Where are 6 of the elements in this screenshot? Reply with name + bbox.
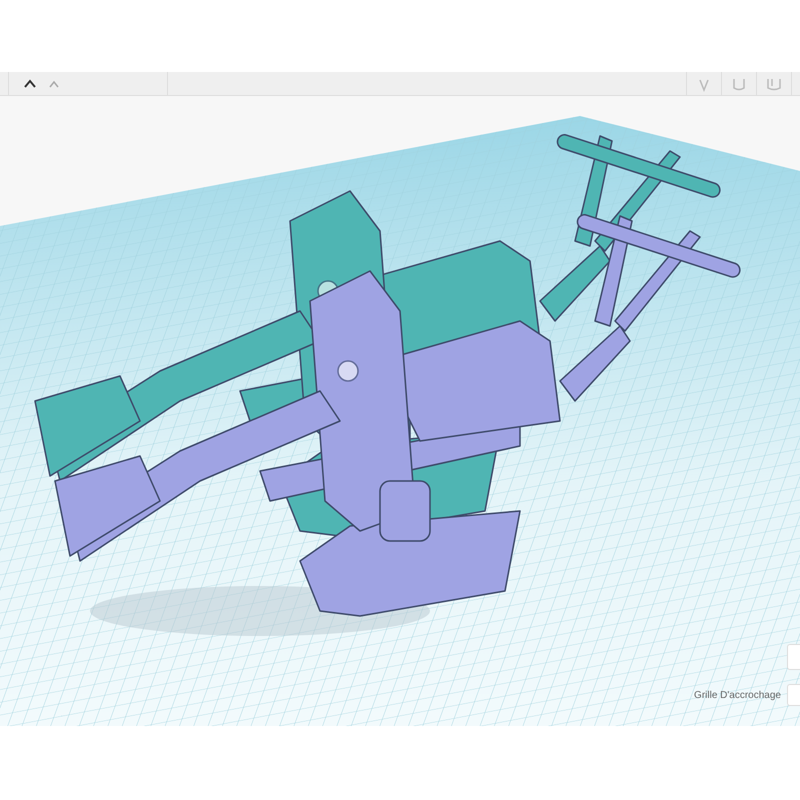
redo-icon[interactable]	[49, 80, 59, 88]
snap-grid-label: Grille D'accrochage	[694, 690, 781, 700]
cannon-model-drawing[interactable]	[54, 212, 742, 617]
snap-grid-field[interactable]	[787, 684, 800, 706]
view-control[interactable]	[787, 644, 800, 670]
undo-icon[interactable]	[23, 78, 37, 88]
